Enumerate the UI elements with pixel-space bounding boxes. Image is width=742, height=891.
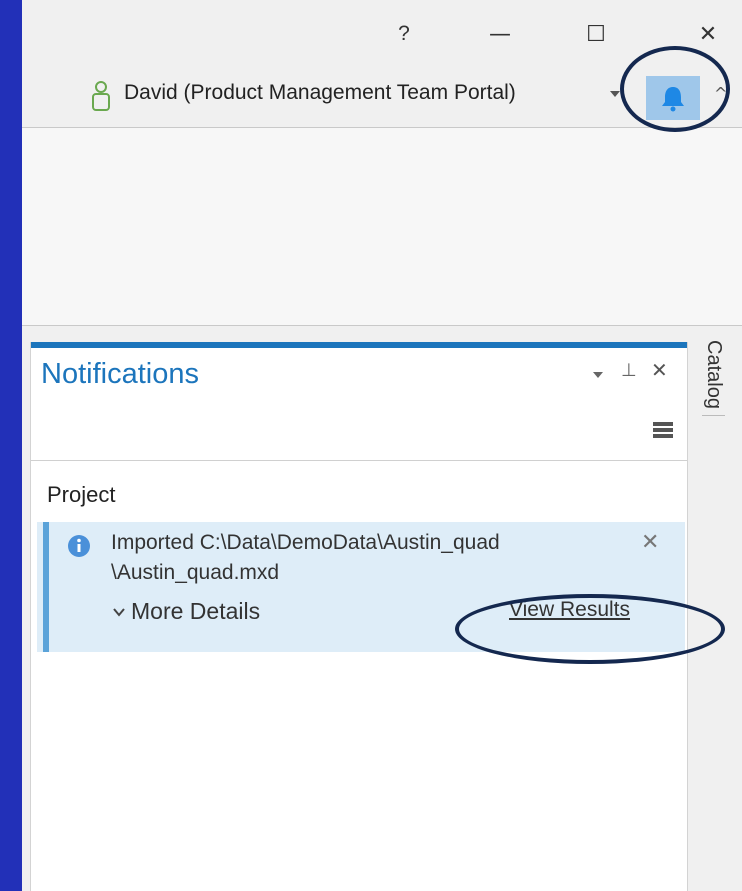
- ribbon-area: [22, 128, 742, 326]
- close-window-button[interactable]: ✕: [686, 14, 730, 54]
- pane-options-chevron-icon[interactable]: [593, 372, 603, 378]
- chevron-down-icon: [113, 607, 125, 617]
- more-details-label: More Details: [131, 598, 261, 624]
- notification-item[interactable]: Imported C:\Data\DemoData\Austin_quad \A…: [37, 522, 685, 652]
- info-icon: [68, 535, 90, 557]
- pane-close-icon[interactable]: ✕: [651, 358, 668, 382]
- account-bar: David (Product Management Team Portal) ^: [22, 70, 742, 120]
- notification-accent-bar: [43, 522, 49, 652]
- tab-catalog[interactable]: Catalog: [702, 340, 725, 416]
- pane-title: Notifications: [41, 358, 199, 390]
- collapse-ribbon-icon[interactable]: ^: [714, 84, 738, 108]
- more-details-toggle[interactable]: More Details: [113, 598, 260, 625]
- ribbon-bottom-divider: [22, 325, 742, 326]
- user-icon: [92, 81, 110, 111]
- pane-divider: [31, 460, 687, 461]
- hamburger-icon[interactable]: [653, 422, 673, 438]
- minimize-button[interactable]: —: [478, 14, 522, 54]
- maximize-button[interactable]: ☐: [574, 14, 618, 54]
- application-window: ? — ☐ ✕ David (Product Management Team P…: [22, 0, 742, 891]
- help-button[interactable]: ?: [382, 14, 426, 54]
- notifications-button[interactable]: [646, 76, 700, 120]
- pin-icon[interactable]: ⊥: [621, 360, 637, 381]
- dismiss-notification-icon[interactable]: ✕: [641, 530, 659, 555]
- view-results-link[interactable]: View Results: [509, 598, 630, 622]
- bell-icon: [662, 87, 684, 112]
- side-tabstrip: Catalog: [696, 340, 736, 891]
- window-caption: ? — ☐ ✕: [22, 0, 742, 64]
- notifications-pane: Notifications ⊥ ✕ Project Imported C:\Da…: [30, 342, 688, 891]
- signed-in-user[interactable]: David (Product Management Team Portal): [124, 81, 516, 105]
- notification-group-heading: Project: [47, 482, 116, 507]
- user-menu-chevron-icon[interactable]: [610, 91, 620, 97]
- notification-message: Imported C:\Data\DemoData\Austin_quad \A…: [111, 531, 500, 584]
- pane-active-indicator: [31, 342, 687, 348]
